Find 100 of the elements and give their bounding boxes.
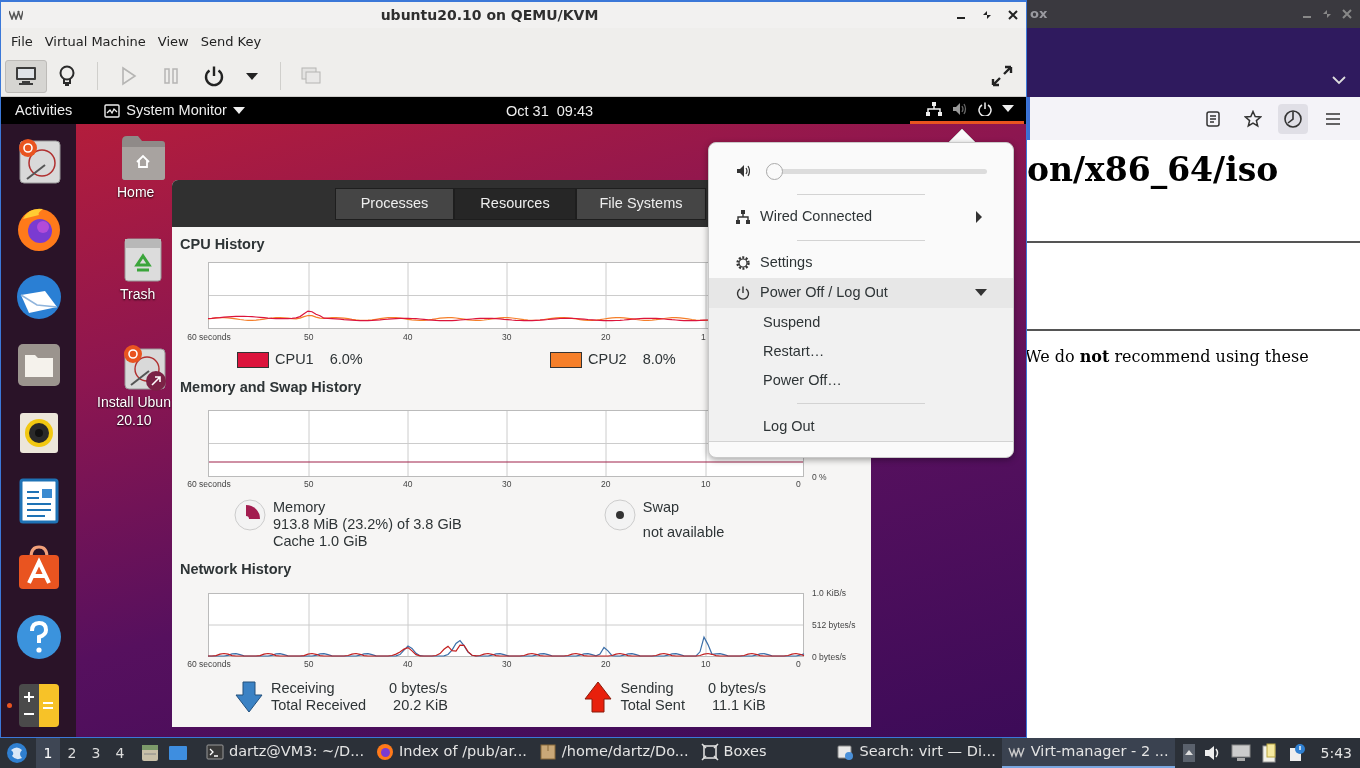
menu-item[interactable]: Power Off… [709, 366, 1013, 395]
axis-label: 40 [403, 479, 413, 489]
menu-item[interactable]: Virtual Machine [38, 32, 152, 52]
info-value: 11.1 KiB [710, 697, 767, 714]
notification-icon[interactable] [1288, 744, 1305, 762]
window-title: ox [1030, 5, 1049, 24]
clock-icon[interactable] [1283, 108, 1303, 129]
workspace-button[interactable]: 3 [84, 738, 108, 768]
desktop-icon[interactable]: Install Ubun 20.10 [97, 343, 171, 429]
search-document-icon [836, 743, 855, 761]
workspace-button[interactable]: 4 [108, 738, 132, 768]
file-cabinet-icon[interactable] [140, 743, 160, 763]
menu-item[interactable]: Send Key [194, 32, 268, 52]
info-value: Cache 1.0 GiB [273, 533, 369, 550]
section-title: Memory and Swap History [180, 378, 362, 396]
console-button[interactable] [5, 59, 47, 93]
tab[interactable]: Resources [454, 187, 576, 220]
axis-label: 0 % [812, 472, 827, 482]
start-icon[interactable] [6, 742, 28, 764]
info-label: Total Sent [620, 697, 685, 714]
info-value: 913.8 MiB (23.2%) of 3.8 GiB [273, 516, 462, 533]
axis-label: 512 bytes/s [812, 620, 856, 630]
speaker-icon [736, 164, 750, 178]
app-menu[interactable]: System Monitor [84, 99, 255, 122]
close-icon[interactable] [1008, 10, 1018, 20]
power-icon [978, 102, 992, 116]
axis-label: 50 [304, 659, 314, 669]
tab[interactable]: File Systems [576, 187, 706, 220]
slider-thumb[interactable] [766, 162, 783, 180]
gear-icon [736, 256, 750, 270]
axis-label: 0 [796, 659, 801, 669]
monitor-icon [14, 64, 38, 88]
network-icon [926, 102, 942, 116]
boxes-icon [700, 743, 719, 761]
dock-item[interactable] [14, 273, 63, 321]
restore-icon[interactable] [982, 10, 992, 20]
axis-label: 30 [502, 479, 512, 489]
task-button[interactable]: Boxes [694, 738, 773, 768]
menu-item[interactable]: Settings [709, 248, 1013, 278]
activities-button[interactable]: Activities [1, 99, 85, 122]
axis-label: 50 [304, 479, 314, 489]
axis-label: 0 bytes/s [812, 652, 847, 662]
axis-label: 0 [796, 479, 801, 489]
trash-icon [123, 237, 163, 283]
terminal-icon [206, 743, 224, 761]
menu-item[interactable]: Power Off / Log Out [709, 278, 1013, 308]
desktop-icon[interactable] [168, 743, 188, 763]
menu-item[interactable]: Suspend [709, 308, 1013, 337]
task-button[interactable]: dartz@VM3: ~/D... [200, 738, 371, 768]
scroll-up-icon[interactable] [1182, 744, 1195, 762]
task-button[interactable]: Search: virt — Di... [830, 738, 1002, 768]
workspace-button[interactable]: 2 [60, 738, 84, 768]
dock-item[interactable] [14, 613, 63, 661]
info-value: 0 bytes/s [389, 680, 449, 697]
axis-label: 30 [502, 332, 512, 342]
info-label: Total Received [271, 697, 367, 714]
mail-icon [14, 273, 63, 321]
axis-label: 10 [701, 479, 711, 489]
reader-icon[interactable] [1206, 110, 1220, 127]
axis-label: 40 [403, 332, 413, 342]
axis-label: 40 [403, 659, 413, 669]
desktop-icon[interactable]: Home [120, 133, 166, 201]
help-icon [14, 613, 63, 661]
pie-chart-icon [234, 499, 266, 531]
caret-icon [1002, 105, 1014, 113]
menu-item[interactable]: Restart… [709, 337, 1013, 366]
upload-arrow-icon [583, 680, 614, 714]
menu-icon[interactable] [1326, 112, 1340, 125]
home-folder-icon [120, 133, 166, 181]
paragraph: We do not recommend using these [1025, 347, 1310, 367]
info-label: Memory [273, 499, 327, 516]
star-icon[interactable] [1244, 109, 1262, 128]
arrow-icon [975, 211, 983, 223]
swap-icon [603, 499, 636, 531]
window-title: ubuntu20.10 on QEMU/KVM [379, 5, 600, 25]
network-icon [736, 210, 750, 224]
workspace-button[interactable]: 1 [36, 738, 60, 768]
info-value: not available [642, 524, 725, 541]
axis-label: 10 [701, 659, 711, 669]
expand-icon [990, 64, 1014, 88]
volume-slider[interactable] [766, 161, 987, 181]
menu-item[interactable]: Log Out [709, 412, 1013, 441]
task-button[interactable]: Virt-manager - 2 ... [1001, 738, 1175, 768]
section-title: Network History [180, 560, 292, 578]
legend-label: CPU1 [275, 350, 314, 370]
chevron-icon[interactable] [1332, 76, 1346, 85]
task-button[interactable]: Index of /pub/ar... [370, 738, 533, 768]
clock[interactable]: 5:43 [1320, 742, 1352, 764]
info-value: 20.2 KiB [392, 697, 449, 714]
power-icon [736, 286, 750, 300]
menu-item[interactable]: Wired Connected [709, 202, 1013, 232]
tab[interactable]: Processes [335, 187, 454, 220]
menu-item[interactable]: View [151, 32, 195, 52]
task-button[interactable]: /home/dartz/Do... [532, 738, 695, 768]
display-icon[interactable] [1230, 744, 1251, 762]
section-title: CPU History [180, 235, 265, 253]
caret-icon [246, 72, 258, 80]
installer-icon [121, 343, 167, 391]
clock[interactable]: Oct 31 09:43 [506, 101, 594, 123]
menu-item[interactable]: File [5, 32, 39, 52]
